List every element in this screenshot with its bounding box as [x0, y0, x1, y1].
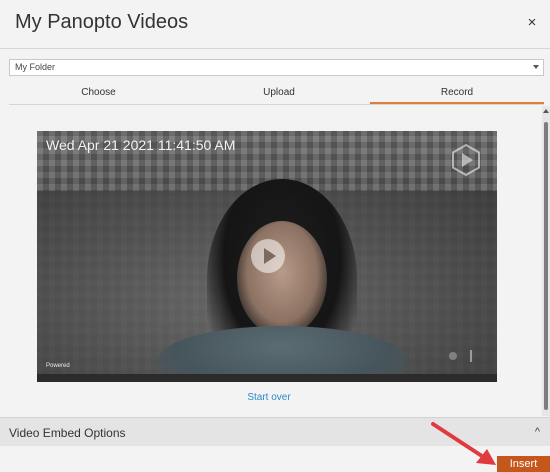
scroll-up-arrow-icon[interactable]: [543, 109, 549, 113]
dialog-title: My Panopto Videos: [15, 11, 189, 33]
play-icon[interactable]: [251, 239, 285, 273]
folder-select[interactable]: My Folder: [9, 59, 544, 76]
embed-options-label: Video Embed Options: [9, 426, 126, 440]
panopto-play-logo-icon: [452, 143, 480, 177]
play-triangle: [264, 248, 276, 264]
chevron-down-icon: [533, 65, 539, 69]
tab-record[interactable]: Record: [370, 82, 544, 104]
chevron-up-icon[interactable]: ^: [535, 426, 540, 438]
video-embed-options[interactable]: Video Embed Options ^: [0, 417, 550, 446]
panopto-dialog: My Panopto Videos × My Folder Choose Upl…: [0, 0, 550, 472]
folder-select-value: My Folder: [15, 62, 56, 72]
scrollbar-thumb[interactable]: [544, 122, 548, 410]
video-control-bar: [37, 374, 497, 382]
tab-upload[interactable]: Upload: [188, 82, 370, 104]
start-over-link[interactable]: Start over: [0, 392, 538, 403]
video-volume-bar[interactable]: [470, 350, 472, 362]
video-control-dot[interactable]: [449, 352, 457, 360]
dialog-header: My Panopto Videos ×: [0, 0, 550, 49]
video-timestamp: Wed Apr 21 2021 11:41:50 AM: [46, 137, 236, 153]
powered-label: Powered: [46, 363, 70, 369]
tab-choose[interactable]: Choose: [9, 82, 188, 104]
close-icon[interactable]: ×: [522, 13, 542, 33]
insert-button[interactable]: Insert: [497, 456, 550, 472]
tab-bar: Choose Upload Record: [9, 82, 544, 104]
person-face-blurred: [237, 221, 327, 336]
recorded-video-preview[interactable]: Wed Apr 21 2021 11:41:50 AM Powered: [37, 131, 497, 382]
content-scrollbar[interactable]: [542, 106, 550, 416]
tab-divider: [9, 104, 544, 105]
